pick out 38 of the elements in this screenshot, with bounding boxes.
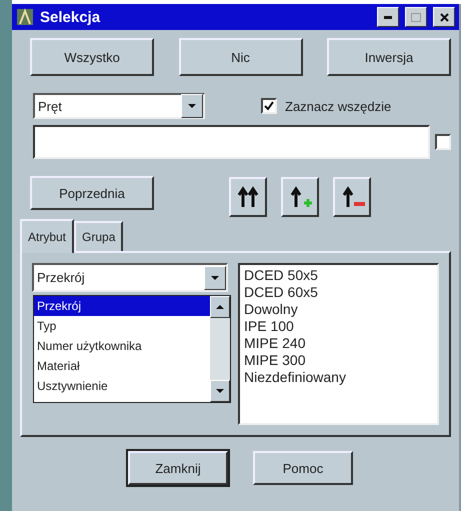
toolbar-button[interactable]: [333, 177, 371, 217]
checkbox[interactable]: [261, 98, 277, 114]
tab[interactable]: Atrybut: [20, 219, 74, 253]
previous-button[interactable]: Poprzednia: [30, 176, 154, 210]
maximize-button[interactable]: [405, 7, 427, 27]
up-arrow-icon: [216, 305, 224, 309]
action-button[interactable]: Inwersja: [327, 38, 451, 76]
list-item[interactable]: Niezdefiniowany: [244, 369, 433, 386]
filter-field[interactable]: [33, 125, 430, 159]
checkbox[interactable]: [435, 134, 451, 150]
attribute-dropdown[interactable]: Przekrój: [32, 263, 228, 292]
dialog-button[interactable]: Pomoc: [253, 451, 353, 485]
close-icon: [440, 12, 448, 22]
action-button[interactable]: Nic: [178, 38, 302, 76]
down-arrow-icon: [216, 389, 224, 393]
minimize-button[interactable]: [377, 7, 399, 27]
toolbar-button[interactable]: [229, 177, 267, 217]
scrollbar[interactable]: [210, 296, 230, 402]
maximize-icon: [411, 12, 421, 22]
window-title: Selekcja: [40, 8, 102, 26]
list-item[interactable]: MIPE 240: [244, 335, 433, 352]
dialog-button[interactable]: Zamknij: [128, 451, 228, 485]
close-button[interactable]: [433, 7, 455, 27]
list-item[interactable]: DCED 60x5: [244, 284, 433, 301]
list-item[interactable]: IPE 100: [244, 318, 433, 335]
list-item[interactable]: MIPE 300: [244, 352, 433, 369]
type-dropdown[interactable]: Pręt: [33, 93, 205, 119]
list-item[interactable]: DCED 50x5: [244, 267, 433, 284]
down-arrow-icon: [188, 104, 196, 108]
down-arrow-icon: [211, 276, 219, 280]
toolbar-button[interactable]: [281, 177, 319, 217]
tab[interactable]: Grupa: [74, 221, 124, 251]
checkbox-label: Zaznacz wszędzie: [285, 98, 392, 114]
action-button[interactable]: Wszystko: [30, 38, 154, 76]
minimize-icon: [384, 16, 392, 18]
dropdown-option[interactable]: Przekrój: [34, 296, 210, 316]
app-icon: [16, 8, 34, 26]
list-item[interactable]: Dowolny: [244, 301, 433, 318]
